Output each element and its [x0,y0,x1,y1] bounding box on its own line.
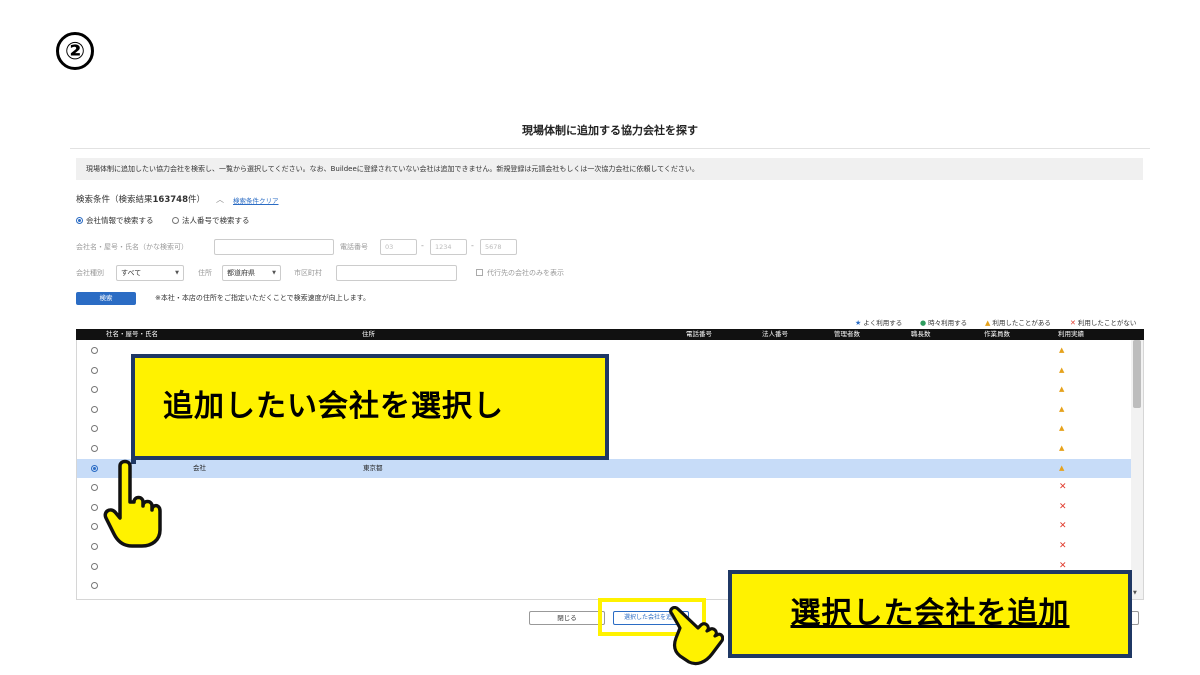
row-radio-icon[interactable] [91,464,98,472]
table-row[interactable]: ✕ [77,498,1133,518]
row-radio-icon[interactable] [91,366,98,374]
row-radio-icon[interactable] [91,503,98,511]
search-button[interactable]: 検索 [76,292,136,305]
city-input[interactable] [336,265,457,281]
title-divider [70,148,1150,149]
dot-icon: ● [920,319,927,327]
usage-triangle-icon: ▲ [1059,404,1065,413]
company-name-label: 会社名・屋号・氏名（かな検索可） [76,243,188,251]
scroll-down-arrow-icon[interactable]: ▼ [1133,590,1137,596]
close-button[interactable]: 閉じる [529,611,605,625]
header-managers: 管理者数 [834,330,860,338]
usage-cross-icon: ✕ [1059,521,1067,532]
company-name-input[interactable] [214,239,334,255]
legend-used-label: 利用したことがある [992,319,1051,327]
usage-triangle-icon: ▲ [1059,463,1065,472]
mode-option-label: 法人番号で検索する [182,216,250,225]
row-radio-icon[interactable] [91,445,98,452]
phone-input-2[interactable]: 1234 [430,239,467,255]
header-corp-number: 法人番号 [762,330,788,338]
row-radio-icon[interactable] [91,582,98,590]
address-label: 住所 [198,269,212,277]
step-number: ② [56,32,94,70]
phone-dash: - [421,241,424,250]
table-row[interactable]: ✕ [77,537,1133,557]
header-workers: 作業員数 [984,330,1010,338]
usage-triangle-icon: ▲ [1059,424,1065,433]
legend-never: ✕ 利用したことがない [1070,317,1136,327]
row-radio-icon[interactable] [91,386,98,394]
notice-banner: 現場体制に追加したい協力会社を検索し、一覧から選択してください。なお、Build… [76,158,1143,180]
usage-triangle-icon: ▲ [1059,385,1065,394]
search-conditions-label: 検索条件（検索結果163748件） [76,193,205,205]
city-label: 市区町村 [294,269,322,277]
checkbox-icon[interactable] [476,269,483,276]
add-company-callout: 選択した会社を追加 [728,570,1132,658]
row-radio-icon[interactable] [91,484,98,492]
phone-dash: - [471,241,474,250]
header-phone: 電話番号 [686,330,712,338]
header-name: 社名・屋号・氏名 [106,330,158,338]
agent-only-checkbox[interactable]: 代行先の会社のみを表示 [476,268,564,278]
row-radio-icon[interactable] [91,543,98,550]
usage-triangle-icon: ▲ [1059,346,1065,354]
table-row[interactable]: 会社 東京都 ▲ [77,458,1133,479]
row-radio-icon[interactable] [91,405,98,413]
legend-never-label: 利用したことがない [1077,319,1137,327]
cross-icon: ✕ [1070,319,1076,327]
search-speed-note: ※本社・本店の住所をご指定いただくことで検索速度が向上します。 [155,294,370,302]
company-type-select[interactable]: すべて [116,265,184,281]
phone-label: 電話番号 [340,243,368,251]
legend-used: ▲ 利用したことがある [985,317,1051,327]
clear-conditions-link[interactable]: 検索条件クリア [233,195,279,205]
phone-input-1[interactable]: 03 [380,239,417,255]
radio-icon[interactable] [172,217,179,224]
radio-icon[interactable] [76,217,83,224]
conditions-label-text: 検索条件（検索結果 [76,195,153,205]
mode-option-label: 会社情報で検索する [86,216,154,225]
star-icon: ★ [855,319,862,327]
row-radio-icon[interactable] [91,562,98,570]
modal-title: 現場体制に追加する協力会社を探す [522,124,698,137]
row-radio-icon[interactable] [91,347,98,354]
table-row[interactable]: ✕ [77,478,1133,498]
usage-triangle-icon: ▲ [1059,444,1065,452]
mode-corp-number-option[interactable]: 法人番号で検索する [172,215,250,226]
conditions-label-suffix: 件） [188,195,206,205]
header-address: 住所 [362,330,375,338]
header-usage: 利用実績 [1058,330,1084,338]
chevron-up-icon[interactable]: ︿ [216,194,224,205]
legend-often-label: よく利用する [863,319,903,327]
legend-sometimes: ● 時々利用する [920,317,967,327]
company-type-label: 会社種別 [76,269,104,277]
usage-cross-icon: ✕ [1059,482,1067,493]
prefecture-select[interactable]: 都道府県 [222,265,281,281]
scrollbar-thumb[interactable] [1133,340,1141,408]
pointing-hand-icon [103,459,162,548]
phone-input-3[interactable]: 5678 [480,239,517,255]
table-row[interactable]: ✕ [77,517,1133,537]
header-foremen: 職長数 [911,330,931,338]
table-header: 社名・屋号・氏名 住所 電話番号 法人番号 管理者数 職長数 作業員数 利用実績 [76,329,1144,340]
pointing-hand-icon [669,606,724,666]
usage-triangle-icon: ▲ [1059,365,1065,374]
result-count: 163748 [152,195,189,205]
legend-often: ★ よく利用する [855,317,902,327]
legend-sometimes-label: 時々利用する [928,319,968,327]
usage-cross-icon: ✕ [1059,501,1067,512]
triangle-icon: ▲ [985,319,991,327]
agent-only-label: 代行先の会社のみを表示 [487,269,564,277]
row-company-name: 会社 [193,463,206,472]
row-radio-icon[interactable] [91,425,98,433]
select-company-callout: 追加したい会社を選択し [131,354,609,464]
usage-cross-icon: ✕ [1059,541,1067,551]
row-address: 東京都 [363,463,383,472]
row-radio-icon[interactable] [91,523,98,531]
mode-company-info-option[interactable]: 会社情報で検索する [76,215,154,226]
